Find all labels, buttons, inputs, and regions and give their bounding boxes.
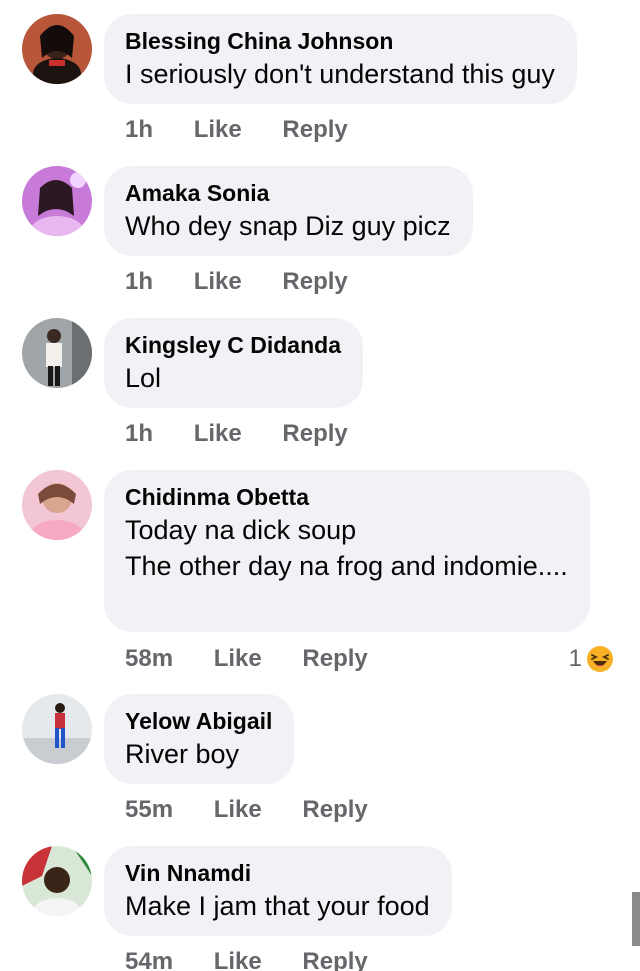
comment-time[interactable]: 54m — [125, 947, 173, 971]
comment-text: I seriously don't understand this guy — [125, 59, 555, 89]
comment-text: Make I jam that your food — [125, 891, 430, 921]
comment-bubble: Yelow Abigail River boy — [104, 694, 295, 784]
reaction-count: 1 — [568, 645, 582, 672]
reply-button[interactable]: Reply — [282, 419, 347, 449]
comment-actions: 1h Like Reply — [125, 115, 348, 145]
comment-text-line-1: Today na dick soup — [125, 515, 357, 545]
like-button[interactable]: Like — [194, 115, 242, 145]
comment-text: Who dey snap Diz guy picz — [125, 211, 451, 241]
like-button[interactable]: Like — [194, 267, 242, 297]
comments-feed: Blessing China Johnson I seriously don't… — [0, 0, 640, 971]
comment-time[interactable]: 1h — [125, 115, 153, 145]
comment-actions: 55m Like Reply — [125, 795, 368, 825]
profile-photo-icon[interactable] — [22, 470, 92, 540]
profile-photo-icon[interactable] — [22, 846, 92, 916]
like-button[interactable]: Like — [194, 419, 242, 449]
profile-photo-icon[interactable] — [22, 318, 92, 388]
profile-photo-icon[interactable] — [22, 166, 92, 236]
laughing-emoji-icon — [587, 646, 613, 672]
comment-time[interactable]: 1h — [125, 419, 153, 449]
comment-bubble: Amaka Sonia Who dey snap Diz guy picz — [104, 166, 473, 256]
reply-button[interactable]: Reply — [302, 947, 367, 971]
comment-actions: 1h Like Reply — [125, 419, 348, 449]
comment-author[interactable]: Vin Nnamdi — [125, 858, 430, 888]
reply-button[interactable]: Reply — [282, 267, 347, 297]
like-button[interactable]: Like — [214, 795, 262, 825]
comment-bubble: Chidinma Obetta Today na dick soup The o… — [104, 470, 590, 632]
comment-author[interactable]: Kingsley C Didanda — [125, 330, 341, 360]
comment-text: Lol — [125, 363, 162, 393]
comment-time[interactable]: 58m — [125, 644, 173, 674]
comment-author[interactable]: Yelow Abigail — [125, 706, 272, 736]
comment-time[interactable]: 55m — [125, 795, 173, 825]
reaction-summary[interactable]: 1 — [569, 644, 614, 674]
profile-photo-icon[interactable] — [22, 14, 92, 84]
comment-actions: 1h Like Reply — [125, 267, 348, 297]
comment-bubble: Kingsley C Didanda Lol — [104, 318, 363, 408]
comment-time[interactable]: 1h — [125, 267, 153, 297]
scrollbar-thumb[interactable] — [632, 892, 640, 946]
comment-author[interactable]: Chidinma Obetta — [125, 482, 568, 512]
comment-actions: 58m Like Reply — [125, 644, 368, 674]
comment-text: River boy — [125, 739, 240, 769]
like-button[interactable]: Like — [214, 644, 262, 674]
comment-author[interactable]: Amaka Sonia — [125, 178, 451, 208]
reply-button[interactable]: Reply — [302, 795, 367, 825]
like-button[interactable]: Like — [214, 947, 262, 971]
reply-button[interactable]: Reply — [302, 644, 367, 674]
comment-author[interactable]: Blessing China Johnson — [125, 26, 555, 56]
comment-actions: 54m Like Reply — [125, 947, 368, 971]
reply-button[interactable]: Reply — [282, 115, 347, 145]
comment-bubble: Vin Nnamdi Make I jam that your food — [104, 846, 452, 936]
comment-bubble: Blessing China Johnson I seriously don't… — [104, 14, 577, 104]
profile-photo-icon[interactable] — [22, 694, 92, 764]
comment-text-line-2: The other day na frog and indomie.... — [125, 551, 568, 581]
